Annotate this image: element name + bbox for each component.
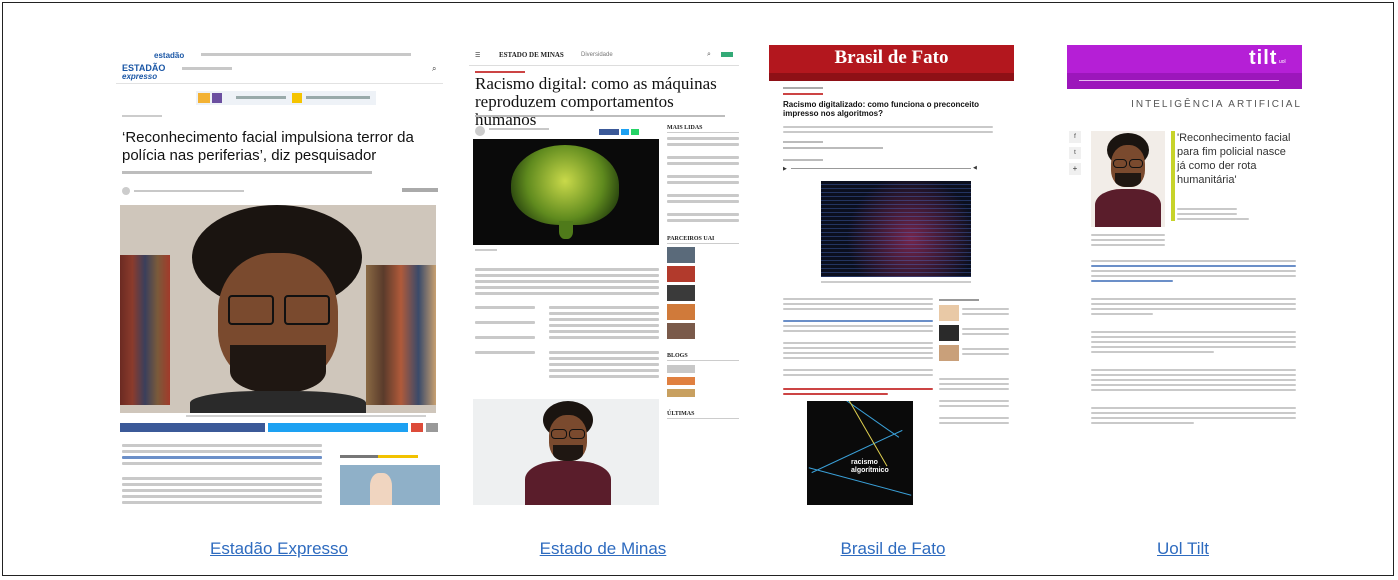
- tilt-body: [1091, 257, 1296, 427]
- twitter-share-button[interactable]: [621, 129, 629, 135]
- whatsapp-share-button[interactable]: [631, 129, 639, 135]
- caption-estadao-expresso[interactable]: Estadão Expresso: [199, 539, 359, 559]
- partner-thumb[interactable]: [667, 266, 695, 282]
- screenshot-uol-tilt: tilt uol INTELIGÊNCIA ARTIFICIAL f t + '…: [1067, 45, 1302, 505]
- screenshot-estadao: estadão ESTADÃO expresso ⌕ ‘Reconhecimen…: [116, 45, 443, 505]
- brasil-code-image: [821, 181, 971, 277]
- play-icon[interactable]: ▶: [783, 166, 787, 172]
- screenshot-estado-de-minas: ☰ ESTADO DE MINAS Diversidade ⌕ Racismo …: [469, 45, 739, 505]
- share-icons[interactable]: [402, 188, 438, 192]
- caption-estado-de-minas[interactable]: Estado de Minas: [523, 539, 683, 559]
- twitter-share-button[interactable]: [268, 423, 408, 432]
- estadao-headline: ‘Reconhecimento facial impulsiona terror…: [122, 129, 414, 164]
- tilt-header: tilt uol: [1067, 45, 1302, 73]
- menu-icon[interactable]: ☰: [475, 52, 480, 59]
- tilt-headline: 'Reconhecimento facial para fim policial…: [1177, 132, 1291, 186]
- glasses-left: [228, 295, 274, 325]
- facebook-share-button[interactable]: [120, 423, 265, 432]
- minas-logo: ESTADO DE MINAS: [499, 51, 564, 59]
- minas-sidebar: MAIS LIDAS PARCEIROS UAI BLOGS ÚLTIMAS: [667, 125, 739, 505]
- brasil-nav: [769, 73, 1014, 81]
- partner-thumb[interactable]: [667, 285, 695, 301]
- partner-thumb[interactable]: [667, 247, 695, 263]
- plus-icon[interactable]: +: [1069, 163, 1081, 175]
- sidebar-title-ultimas: ÚLTIMAS: [667, 411, 739, 419]
- brasil-logo: Brasil de Fato: [834, 47, 949, 68]
- minas-photo: [473, 399, 659, 505]
- estadao-logo-sub: expresso: [122, 72, 158, 81]
- brasil-body: [783, 295, 933, 398]
- facebook-icon[interactable]: f: [1069, 131, 1081, 143]
- estadao-top-nav: [201, 53, 411, 56]
- caption-brasil-de-fato[interactable]: Brasil de Fato: [813, 539, 973, 559]
- partner-thumb[interactable]: [667, 304, 695, 320]
- uol-logo: uol: [1279, 59, 1286, 65]
- tilt-photo: [1091, 131, 1165, 227]
- minas-body: [475, 265, 659, 298]
- search-icon[interactable]: ⌕: [432, 64, 436, 74]
- brain-image: [473, 139, 659, 245]
- minas-header: ☰ ESTADO DE MINAS Diversidade ⌕: [469, 45, 739, 66]
- minas-headline: Racismo digital: como as máquinas reprod…: [475, 74, 717, 129]
- volume-icon[interactable]: ◀: [973, 165, 977, 171]
- bookshelf: [120, 255, 170, 405]
- sidebar-title-mais-lidas: MAIS LIDAS: [667, 125, 739, 133]
- partner-thumb[interactable]: [667, 323, 695, 339]
- quote-accent: [1171, 131, 1175, 221]
- googleplus-share-button[interactable]: [411, 423, 423, 432]
- tilt-section: INTELIGÊNCIA ARTIFICIAL: [1131, 99, 1302, 110]
- facebook-share-button[interactable]: [599, 129, 619, 135]
- sidebar-title-blogs: BLOGS: [667, 353, 739, 361]
- book-title: racismo algorítmico: [851, 459, 889, 474]
- estadao-photo: [120, 205, 436, 413]
- author-avatar: [122, 187, 130, 195]
- tilt-logo: tilt: [1249, 47, 1278, 69]
- book-cover: racismo algorítmico: [807, 401, 913, 505]
- brasil-sidebar: [939, 299, 1009, 427]
- caption-uol-tilt[interactable]: Uol Tilt: [1103, 539, 1263, 559]
- estadao-body: [122, 441, 322, 505]
- screenshot-brasil-de-fato: Brasil de Fato Racismo digitalizado: com…: [769, 45, 1014, 505]
- ad-banner[interactable]: [196, 91, 376, 105]
- more-share-button[interactable]: [426, 423, 438, 432]
- brasil-header: Brasil de Fato: [769, 45, 1014, 73]
- slide-frame: estadão ESTADÃO expresso ⌕ ‘Reconhecimen…: [2, 2, 1394, 576]
- estadao-top-logo: estadão: [154, 51, 185, 60]
- search-icon[interactable]: ⌕: [707, 51, 711, 59]
- related-thumbnail[interactable]: [340, 465, 440, 505]
- tilt-nav: [1067, 73, 1302, 89]
- minas-section: Diversidade: [581, 52, 613, 58]
- brasil-headline: Racismo digitalizado: como funciona o pr…: [783, 100, 980, 118]
- audio-player[interactable]: ▶ ◀: [783, 165, 983, 173]
- twitter-icon[interactable]: t: [1069, 147, 1081, 159]
- glasses-right: [284, 295, 330, 325]
- sidebar-title-parceiros: PARCEIROS UAI: [667, 236, 739, 244]
